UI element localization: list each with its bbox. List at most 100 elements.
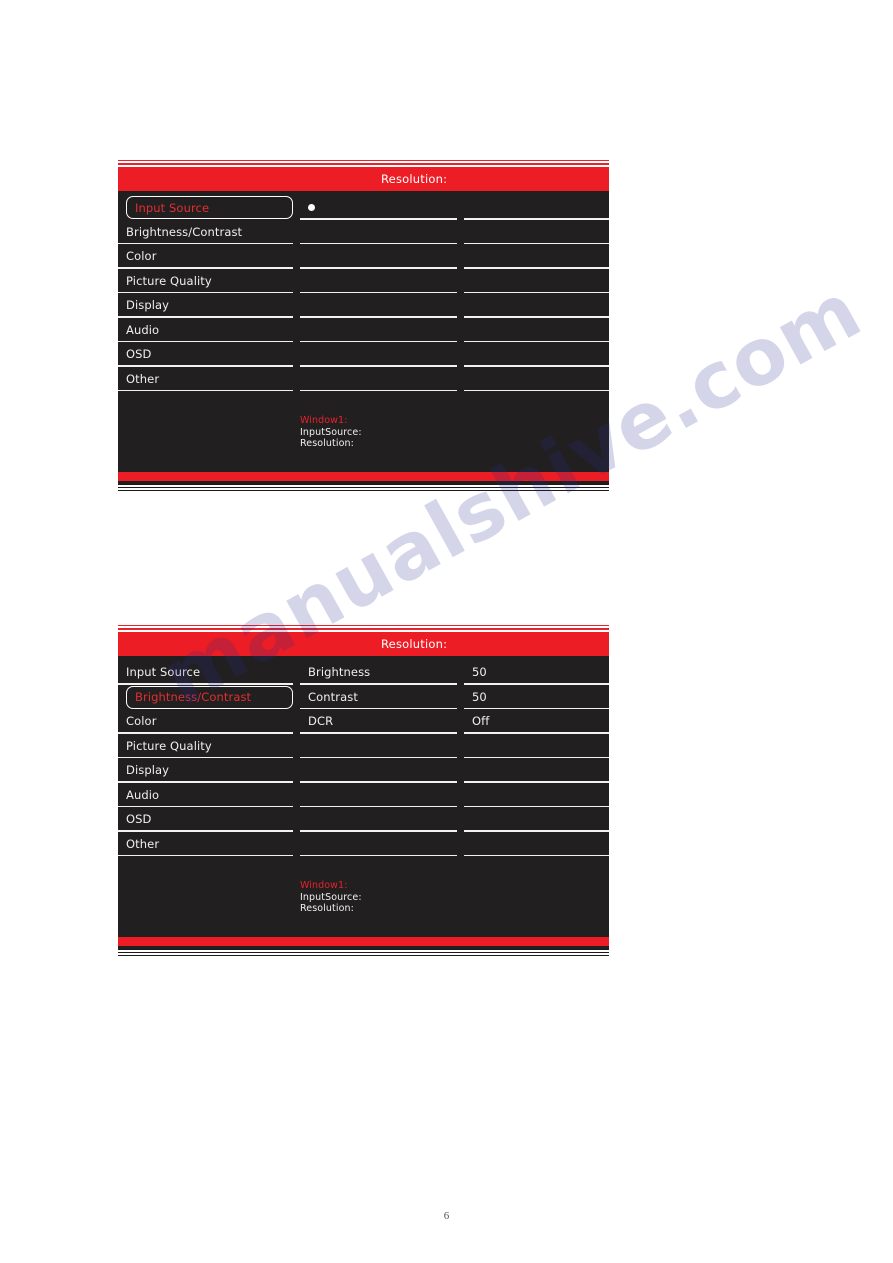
osd-value-cell[interactable] xyxy=(464,832,609,857)
osd-submenu-cell[interactable] xyxy=(300,832,457,857)
osd-info-resolution: Resolution: xyxy=(300,438,354,449)
osd-menu-osd-input-source: Resolution: Input Source Brightness/Contra… xyxy=(118,160,609,491)
osd-info-input-source: InputSource: xyxy=(300,891,362,903)
osd-submenu-cell[interactable] xyxy=(300,293,457,318)
osd-value-cell[interactable] xyxy=(464,293,609,318)
osd-menu-item-input-source[interactable]: Input Source xyxy=(118,195,293,220)
osd-menu-item-audio[interactable]: Audio xyxy=(118,783,293,808)
osd-menu-item-label: Other xyxy=(126,836,160,851)
osd-submenu-cell[interactable]: DCR xyxy=(300,709,457,734)
osd-menu-item-osd[interactable]: OSD xyxy=(118,342,293,367)
osd-value-cell[interactable] xyxy=(464,807,609,832)
osd-menu-item-input-source[interactable]: Input Source xyxy=(118,660,293,685)
osd-value-cell[interactable] xyxy=(464,244,609,269)
osd-menu-item-display[interactable]: Display xyxy=(118,758,293,783)
osd-menu-list: Input Source Brightness/Contrast Color Pict… xyxy=(118,191,609,391)
osd-menu-row[interactable]: Display xyxy=(118,758,609,783)
osd-submenu-cell[interactable] xyxy=(300,367,457,392)
cell-content xyxy=(472,342,609,367)
osd-menu-item-other[interactable]: Other xyxy=(118,367,293,392)
osd-body: Input Source Brightness 50 Brightness/Contr… xyxy=(118,656,609,937)
osd-submenu-cell[interactable] xyxy=(300,807,457,832)
osd-menu-item-other[interactable]: Other xyxy=(118,832,293,857)
osd-menu-item-osd[interactable]: OSD xyxy=(118,807,293,832)
osd-value-cell[interactable] xyxy=(464,783,609,808)
osd-menu-item-label: OSD xyxy=(126,812,152,827)
osd-menu-row[interactable]: Input Source Brightness 50 xyxy=(118,660,609,685)
osd-menu-osd-brightness-contrast: Resolution: Input Source Brightness 50 Brigh… xyxy=(118,625,609,956)
osd-value-cell[interactable] xyxy=(464,367,609,392)
osd-value-cell[interactable] xyxy=(464,220,609,245)
osd-value-cell[interactable] xyxy=(464,269,609,294)
cell-content xyxy=(472,783,609,808)
osd-menu-row[interactable]: Audio xyxy=(118,783,609,808)
osd-menu-row[interactable]: Other xyxy=(118,832,609,857)
osd-submenu-cell[interactable] xyxy=(300,269,457,294)
osd-submenu-cell[interactable] xyxy=(300,318,457,343)
osd-menu-item-picture-quality[interactable]: Picture Quality xyxy=(118,269,293,294)
osd-menu-row[interactable]: Brightness/Contrast xyxy=(118,220,609,245)
osd-menu-item-display[interactable]: Display xyxy=(118,293,293,318)
osd-menu-item-picture-quality[interactable]: Picture Quality xyxy=(118,734,293,759)
osd-menu-row[interactable]: Other xyxy=(118,367,609,392)
cell-content: Input Source xyxy=(126,660,293,685)
osd-menu-item-brightness-contrast[interactable]: Brightness/Contrast xyxy=(118,220,293,245)
osd-value-cell[interactable] xyxy=(464,342,609,367)
osd-menu-item-label: Brightness/Contrast xyxy=(135,690,252,704)
osd-submenu-cell[interactable] xyxy=(300,734,457,759)
cell-content: Audio xyxy=(126,783,293,808)
cell-content: Off xyxy=(472,709,609,734)
osd-submenu-cell[interactable] xyxy=(300,342,457,367)
selection-dot-icon xyxy=(308,203,315,211)
osd-submenu-cell[interactable] xyxy=(300,220,457,245)
osd-menu-item-label: Picture Quality xyxy=(126,273,212,288)
osd-menu-row[interactable]: Picture Quality xyxy=(118,734,609,759)
osd-menu-item-color[interactable]: Color xyxy=(118,709,293,734)
osd-submenu-cell[interactable] xyxy=(300,195,457,220)
osd-menu-row[interactable]: Picture Quality xyxy=(118,269,609,294)
cell-content: Display xyxy=(126,293,293,318)
cell-content: Contrast xyxy=(308,685,457,710)
osd-menu-item-label: Input Source xyxy=(135,200,210,215)
cell-content: Display xyxy=(126,758,293,783)
osd-menu-row[interactable]: Input Source xyxy=(118,195,609,220)
osd-menu-row[interactable]: Brightness/Contrast Contrast 50 xyxy=(118,685,609,710)
osd-value-cell[interactable]: 50 xyxy=(464,660,609,685)
osd-menu-item-brightness-contrast[interactable]: Brightness/Contrast xyxy=(118,685,293,710)
osd-menu-row[interactable]: OSD xyxy=(118,807,609,832)
osd-header-bar: Resolution: xyxy=(118,167,609,191)
cell-content: Color xyxy=(126,244,293,269)
osd-value-cell[interactable]: Off xyxy=(464,709,609,734)
cell-content: Other xyxy=(126,832,293,857)
cell-content xyxy=(308,807,457,832)
osd-menu-item-label: Audio xyxy=(126,322,160,337)
osd-menu-item-color[interactable]: Color xyxy=(118,244,293,269)
osd-submenu-cell[interactable]: Contrast xyxy=(300,685,457,710)
osd-submenu-cell[interactable] xyxy=(300,758,457,783)
osd-value-cell[interactable] xyxy=(464,318,609,343)
osd-value-cell[interactable] xyxy=(464,734,609,759)
cell-content xyxy=(308,244,457,269)
cell-content: OSD xyxy=(126,342,293,367)
osd-menu-row[interactable]: OSD xyxy=(118,342,609,367)
cell-content xyxy=(308,220,457,245)
osd-value-cell[interactable] xyxy=(464,758,609,783)
cell-content xyxy=(472,807,609,832)
cell-content xyxy=(472,195,609,220)
osd-menu-row[interactable]: Display xyxy=(118,293,609,318)
osd-submenu-cell[interactable]: Brightness xyxy=(300,660,457,685)
osd-value-cell[interactable] xyxy=(464,195,609,220)
osd-menu-row[interactable]: Color DCR Off xyxy=(118,709,609,734)
osd-menu-item-audio[interactable]: Audio xyxy=(118,318,293,343)
cell-content xyxy=(472,832,609,857)
osd-submenu-cell[interactable] xyxy=(300,783,457,808)
osd-menu-row[interactable]: Color xyxy=(118,244,609,269)
osd-value-cell[interactable]: 50 xyxy=(464,685,609,710)
cell-content xyxy=(308,293,457,318)
osd-menu-row[interactable]: Audio xyxy=(118,318,609,343)
cell-content xyxy=(472,367,609,392)
stripe-dark-3 xyxy=(118,954,609,956)
osd-submenu-cell[interactable] xyxy=(300,244,457,269)
osd-menu-item-label: Display xyxy=(126,298,170,313)
osd-menu-item-label: OSD xyxy=(126,347,152,362)
